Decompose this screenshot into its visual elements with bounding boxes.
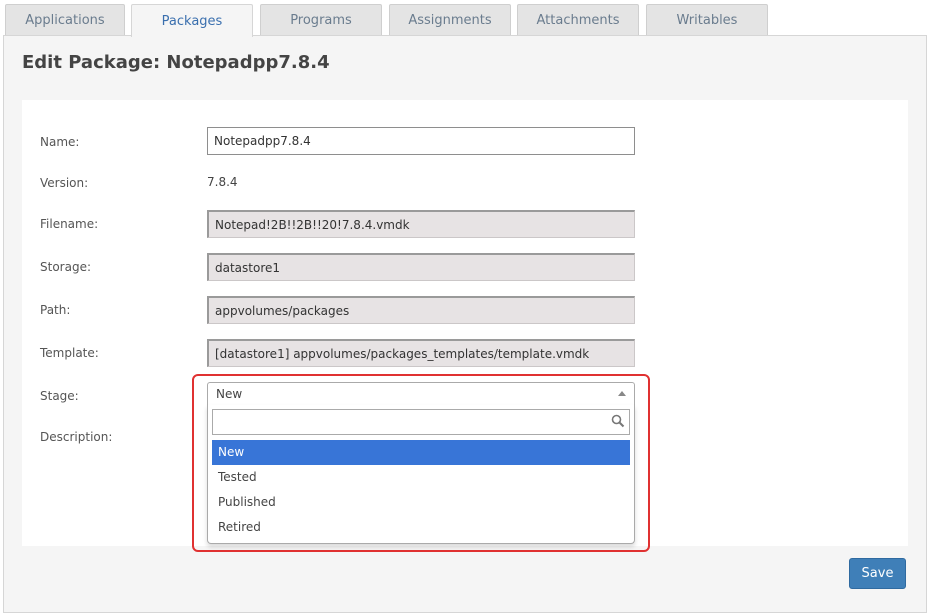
chevron-up-icon [618, 391, 626, 396]
search-icon [611, 414, 625, 428]
storage-label: Storage: [40, 260, 91, 274]
path-label: Path: [40, 303, 71, 317]
page-title: Edit Package: Notepadpp7.8.4 [22, 52, 330, 73]
tab-label: Packages [161, 13, 223, 29]
stage-option-retired[interactable]: Retired [212, 515, 630, 540]
edit-package-form: Name: Version: 7.8.4 Filename: Notepad!2… [22, 100, 908, 552]
tab-packages[interactable]: Packages [131, 4, 253, 37]
path-field: appvolumes/packages [207, 296, 635, 324]
tab-label: Attachments [536, 13, 620, 28]
content-panel: Edit Package: Notepadpp7.8.4 Name: Versi… [3, 35, 927, 613]
save-button[interactable]: Save [849, 558, 906, 589]
tab-programs[interactable]: Programs [260, 4, 382, 36]
stage-option-tested[interactable]: Tested [212, 465, 630, 490]
stage-select[interactable]: New [207, 382, 635, 406]
tab-applications[interactable]: Applications [5, 4, 125, 36]
filename-field: Notepad!2B!!2B!!20!7.8.4.vmdk [207, 210, 635, 238]
stage-label: Stage: [40, 389, 79, 403]
filename-label: Filename: [40, 217, 99, 231]
tab-label: Writables [676, 13, 738, 28]
stage-dropdown: New Tested Published Retired [207, 405, 635, 544]
stage-option-new[interactable]: New [212, 440, 630, 465]
tab-writables[interactable]: Writables [646, 4, 768, 36]
dropdown-search-input[interactable] [213, 410, 603, 434]
stage-option-published[interactable]: Published [212, 490, 630, 515]
storage-field: datastore1 [207, 253, 635, 281]
name-label: Name: [40, 135, 80, 149]
stage-selected-value: New [216, 387, 243, 401]
tab-label: Programs [290, 13, 352, 28]
tab-bar: Applications Packages Programs Assignmen… [0, 0, 932, 37]
version-value: 7.8.4 [207, 175, 238, 189]
dropdown-search [212, 409, 630, 435]
template-field: [datastore1] appvolumes/packages_templat… [207, 339, 635, 367]
name-input[interactable] [207, 127, 635, 155]
version-label: Version: [40, 176, 89, 190]
stage-options-list: New Tested Published Retired [212, 440, 630, 540]
tab-label: Applications [25, 13, 105, 28]
template-label: Template: [40, 346, 99, 360]
tab-assignments[interactable]: Assignments [389, 4, 511, 36]
tab-attachments[interactable]: Attachments [517, 4, 639, 36]
description-label: Description: [40, 430, 113, 444]
tab-label: Assignments [408, 13, 492, 28]
